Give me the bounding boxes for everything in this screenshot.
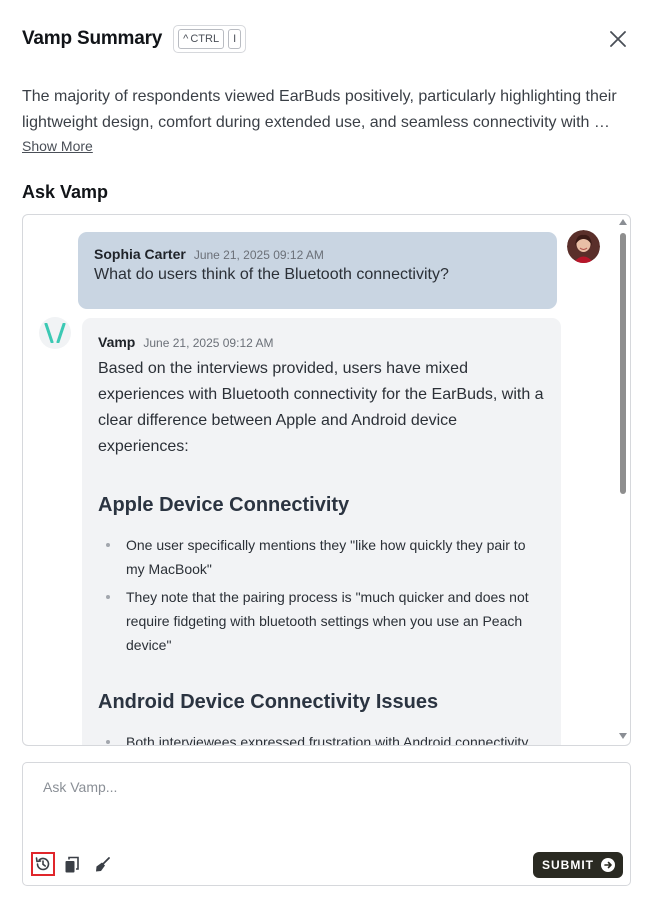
submit-label: SUBMIT	[542, 858, 594, 872]
android-bullet-list: Both interviewees expressed frustration …	[98, 730, 545, 745]
list-item: One user specifically mentions they "lik…	[106, 533, 545, 581]
vamp-message: Vamp June 21, 2025 09:12 AM Based on the…	[82, 318, 561, 745]
caret-symbol: ^	[183, 33, 189, 45]
panel-header: Vamp Summary ^ CTRL I	[22, 24, 631, 54]
user-message-time: June 21, 2025 09:12 AM	[193, 248, 324, 262]
shortcut-key-ctrl: ^ CTRL	[178, 29, 225, 49]
chat-scroll-area: Sophia Carter June 21, 2025 09:12 AM Wha…	[23, 215, 616, 745]
ask-vamp-heading: Ask Vamp	[22, 182, 109, 202]
summary-text: The majority of respondents viewed EarBu…	[22, 84, 627, 136]
scroll-down-arrow-icon[interactable]	[619, 733, 627, 739]
vamp-message-time: June 21, 2025 09:12 AM	[143, 336, 274, 350]
ask-input-container: SUBMIT	[22, 762, 631, 886]
user-message-text: What do users think of the Bluetooth con…	[94, 266, 449, 283]
close-button[interactable]	[605, 26, 631, 52]
broom-icon	[96, 857, 110, 872]
user-avatar-icon	[567, 230, 600, 263]
show-more-link[interactable]: Show More	[22, 138, 93, 154]
ask-vamp-input[interactable]	[43, 779, 603, 795]
vamp-message-meta: Vamp June 21, 2025 09:12 AM	[98, 334, 545, 350]
vamp-avatar	[39, 317, 71, 349]
user-message-meta: Sophia Carter June 21, 2025 09:12 AM	[94, 246, 541, 262]
shortcut-key-i: I	[228, 29, 242, 49]
section-heading-apple: Apple Device Connectivity	[98, 494, 350, 516]
arrow-right-icon	[601, 858, 615, 872]
vamp-message-intro: Based on the interviews provided, users …	[98, 360, 544, 455]
user-message-author: Sophia Carter	[94, 246, 186, 262]
history-icon	[35, 857, 50, 871]
keyboard-shortcut: ^ CTRL I	[173, 25, 247, 53]
chat-scrollbar[interactable]	[616, 215, 630, 745]
chat-history[interactable]: Sophia Carter June 21, 2025 09:12 AM Wha…	[22, 214, 631, 746]
clear-button[interactable]	[91, 854, 113, 876]
close-icon	[610, 31, 626, 47]
apple-bullet-list: One user specifically mentions they "lik…	[98, 533, 545, 657]
summary-paragraph: The majority of respondents viewed EarBu…	[22, 88, 617, 131]
section-heading-android: Android Device Connectivity Issues	[98, 691, 439, 713]
vamp-message-author: Vamp	[98, 334, 136, 350]
avatar	[567, 230, 600, 263]
user-message: Sophia Carter June 21, 2025 09:12 AM Wha…	[78, 232, 557, 309]
copy-button[interactable]	[61, 854, 83, 876]
vamp-logo-icon	[44, 323, 66, 343]
scrollbar-thumb[interactable]	[620, 233, 626, 494]
submit-button[interactable]: SUBMIT	[533, 852, 623, 878]
history-button[interactable]	[31, 852, 55, 876]
scroll-up-arrow-icon[interactable]	[619, 219, 627, 225]
list-item: They note that the pairing process is "m…	[106, 585, 545, 657]
list-item: Both interviewees expressed frustration …	[106, 730, 545, 745]
panel-title: Vamp Summary	[22, 28, 163, 49]
copy-icon	[65, 856, 79, 873]
shortcut-key-ctrl-label: CTRL	[190, 33, 220, 45]
